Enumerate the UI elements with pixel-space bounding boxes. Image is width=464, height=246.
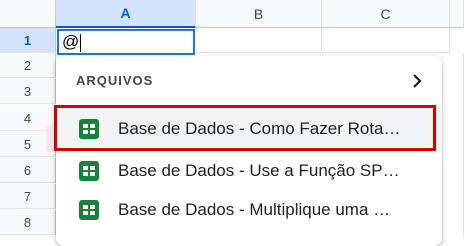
row-header-3[interactable]: 3 [0, 79, 56, 104]
column-header-b[interactable]: B [196, 0, 322, 28]
cell-c1[interactable] [322, 28, 450, 53]
row-header-8[interactable]: 8 [0, 210, 56, 235]
column-header-a[interactable]: A [56, 0, 196, 28]
file-item-label: Base de Dados - Multiplique uma … [118, 200, 391, 219]
annotation-highlight-box [54, 105, 436, 151]
google-sheets-icon [79, 200, 99, 220]
chevron-right-icon[interactable] [410, 72, 424, 90]
cells-right-edge[interactable] [442, 53, 464, 238]
row-header-7[interactable]: 7 [0, 184, 56, 209]
active-cell-a1[interactable]: @ [57, 29, 195, 55]
file-item-label: Base de Dados - Use a Função SP… [118, 161, 400, 180]
select-all-corner[interactable] [0, 0, 56, 28]
smart-chip-dropdown: ARQUIVOS Base de Dados - Como Fazer Rota… [56, 56, 442, 246]
row-header-6[interactable]: 6 [0, 158, 56, 183]
google-sheets-icon [79, 161, 99, 181]
section-title-files: ARQUIVOS [76, 73, 154, 88]
cell-input-text: @ [62, 32, 80, 51]
text-caret [80, 33, 82, 52]
file-item-2[interactable]: Base de Dados - Use a Função SP… [56, 153, 442, 189]
row-header-1[interactable]: 1 [0, 28, 56, 53]
file-item-3[interactable]: Base de Dados - Multiplique uma … [56, 192, 442, 228]
row-header-2[interactable]: 2 [0, 53, 56, 78]
column-header-d[interactable] [450, 0, 464, 28]
column-header-c[interactable]: C [322, 0, 450, 28]
cell-b1[interactable] [196, 28, 322, 53]
